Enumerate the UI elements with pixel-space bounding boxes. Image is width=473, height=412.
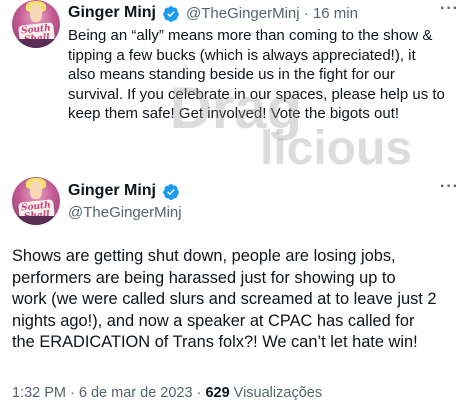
tweet-text: Being an “ally” means more than coming t… xyxy=(68,26,468,124)
watermark-word-bottom: licious xyxy=(260,122,412,170)
tweet-text-line: performers are being harassed just for s… xyxy=(12,268,396,287)
tweet-text-line: keep them safe! Get involved! Vote the b… xyxy=(68,105,400,122)
tweet-text-line: also means standing beside us in the fig… xyxy=(68,66,395,83)
verified-badge-icon xyxy=(163,184,179,200)
avatar[interactable]: South Shall Rise xyxy=(12,177,60,225)
tweet-text-line: survival. If you celebrate in our spaces… xyxy=(68,85,445,103)
tweet-text-line: Being an “ally” means more than coming t… xyxy=(68,27,433,44)
tweet-text-line: nights ago!), and now a speaker at CPAC … xyxy=(12,311,415,330)
more-options-icon[interactable]: ··· xyxy=(440,178,459,196)
avatar-face xyxy=(30,180,42,200)
display-name[interactable]: Ginger Minj xyxy=(68,182,156,200)
views-label: Visualizações xyxy=(233,385,323,401)
timestamp[interactable]: 1:32 PM · 6 de mar de 2023 · xyxy=(12,385,205,401)
avatar-face xyxy=(30,3,42,23)
tweet-text-line: work (we were called slurs and screamed … xyxy=(12,290,437,308)
separator: · xyxy=(303,5,309,22)
tweet-text: Shows are getting shut down, people are … xyxy=(12,246,467,354)
tweet-text-line: tipping a few bucks (which is always app… xyxy=(68,46,416,64)
handle[interactable]: @TheGingerMinj xyxy=(186,5,300,22)
avatar[interactable]: South Shall Rise xyxy=(12,0,60,48)
views-count: 629 xyxy=(205,385,230,401)
tweet-footer: 1:32 PM · 6 de mar de 2023 · 629 Visuali… xyxy=(12,385,322,401)
handle[interactable]: @TheGingerMinj xyxy=(68,204,182,221)
avatar-base xyxy=(12,39,60,48)
more-options-icon[interactable]: ··· xyxy=(440,0,459,18)
tweet-text-line: Shows are getting shut down, people are … xyxy=(12,247,396,265)
verified-badge-icon xyxy=(163,6,179,22)
display-name[interactable]: Ginger Minj xyxy=(68,4,156,22)
tweet-text-line: the ERADICATION of Trans folx?! We can’t… xyxy=(12,333,418,351)
time-ago[interactable]: 16 min xyxy=(313,5,358,22)
avatar-base xyxy=(12,216,60,225)
